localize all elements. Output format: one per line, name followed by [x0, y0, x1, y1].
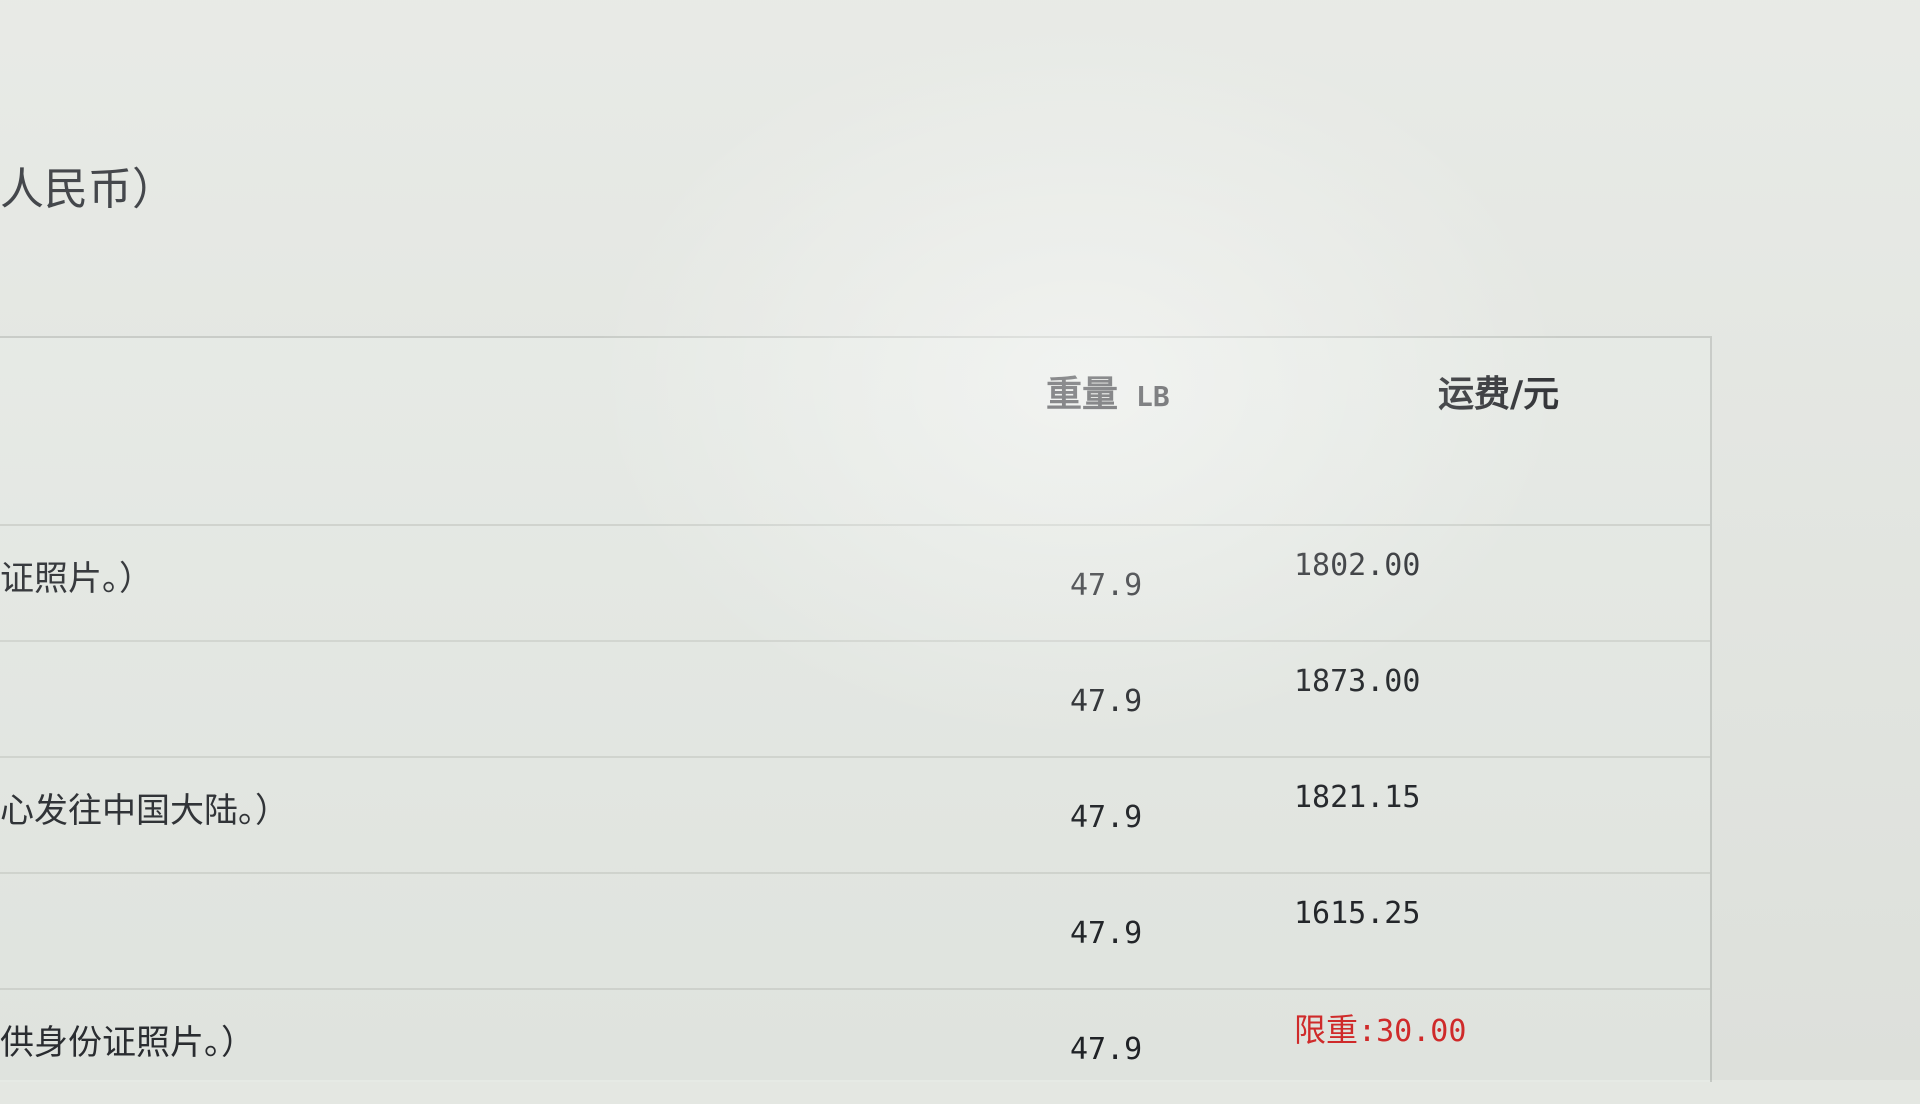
table-row[interactable]: 心发往中国大陆。） 47.9 1821.15	[0, 758, 1710, 874]
row-description: 供身份证照片。）	[0, 1023, 255, 1063]
row-weight: 47.9	[1070, 1032, 1143, 1067]
table-row[interactable]: 47.9 1615.25	[0, 874, 1710, 990]
weight-limit-notice: 限重:30.00	[1294, 1010, 1466, 1052]
table-row[interactable]: 证照片。） 47.9 1802.00	[0, 526, 1710, 642]
table-row[interactable]: 47.9 1873.00	[0, 642, 1710, 758]
weight-header-label: 重量	[1046, 374, 1119, 415]
weight-column-header: 重量 LB	[1046, 370, 1170, 422]
row-fee: 1821.15	[1294, 780, 1421, 815]
table-row[interactable]: 供身份证照片。） 47.9 限重:30.00	[0, 990, 1710, 1104]
row-weight: 47.9	[1070, 684, 1143, 719]
row-fee: 1802.00	[1294, 548, 1421, 583]
weight-limit-label: 限重	[1294, 1011, 1359, 1049]
row-weight: 47.9	[1070, 800, 1143, 835]
row-description: 心发往中国大陆。）	[0, 791, 289, 831]
row-description: 证照片。）	[0, 559, 153, 599]
weight-unit-label: LB	[1136, 380, 1170, 413]
currency-note: 人民币）	[0, 164, 176, 215]
table-header-row: 重量 LB 运费/元	[0, 338, 1710, 526]
shipping-rate-table: 重量 LB 运费/元 证照片。） 47.9 1802.00 47.9 1873.0…	[0, 336, 1712, 1082]
weight-limit-value: :30.00	[1358, 1014, 1467, 1049]
row-fee: 1873.00	[1294, 664, 1421, 699]
fee-column-header: 运费/元	[1438, 374, 1560, 415]
row-weight: 47.9	[1070, 916, 1143, 951]
row-weight: 47.9	[1070, 568, 1143, 603]
row-fee: 1615.25	[1294, 896, 1421, 931]
